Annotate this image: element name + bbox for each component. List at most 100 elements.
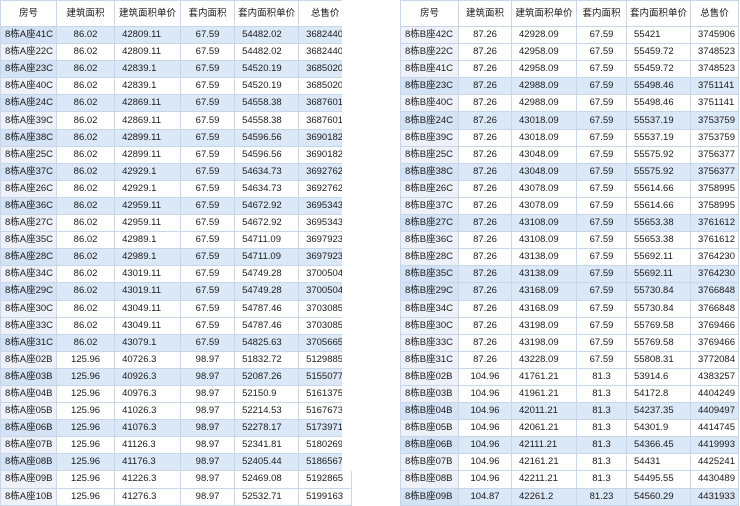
table-row[interactable]: 8栋B座36C 87.26 43108.09 67.59 55653.38 3761612 bbox=[400, 231, 740, 250]
cell-inner-unit-price[interactable]: 55692.11 bbox=[625, 248, 692, 267]
cell-inner-area[interactable]: 67.59 bbox=[576, 25, 627, 45]
table-row[interactable]: 8栋A座36C 86.02 42959.11 67.59 54672.92 3695343 bbox=[0, 196, 353, 216]
cell-inner-unit-price[interactable]: 52214.53 bbox=[234, 402, 300, 421]
cell-inner-area[interactable]: 67.59 bbox=[576, 60, 627, 79]
table-row[interactable]: 8栋B座40C 87.26 42988.09 67.59 55498.46 3751141 bbox=[400, 94, 740, 113]
cell-inner-area[interactable]: 67.59 bbox=[180, 128, 236, 147]
table-row[interactable]: 8栋B座22C 87.26 42958.09 67.59 55459.72 3748523 bbox=[400, 43, 740, 62]
cell-room-no[interactable]: 8栋B座22C bbox=[400, 43, 459, 62]
cell-inner-area[interactable]: 67.59 bbox=[576, 94, 627, 113]
cell-total-price[interactable]: 3756377 bbox=[690, 145, 740, 164]
cell-total-price[interactable]: 3761612 bbox=[690, 231, 740, 250]
cell-inner-area[interactable]: 67.59 bbox=[180, 111, 236, 130]
cell-room-no[interactable]: 8栋B座24C bbox=[400, 111, 459, 130]
cell-building-area[interactable]: 86.02 bbox=[56, 299, 116, 318]
cell-building-unit-price[interactable]: 43048.09 bbox=[511, 145, 577, 164]
table-row[interactable]: 8栋B座27C 87.26 43108.09 67.59 55653.38 3761612 bbox=[400, 214, 740, 233]
cell-room-no[interactable]: 8栋B座05B bbox=[400, 419, 459, 438]
cell-room-no[interactable]: 8栋A座35C bbox=[0, 231, 58, 250]
cell-inner-unit-price[interactable]: 55730.84 bbox=[625, 282, 692, 301]
cell-inner-unit-price[interactable]: 55537.19 bbox=[625, 111, 692, 130]
cell-inner-unit-price[interactable]: 52150.9 bbox=[234, 384, 300, 404]
cell-building-area[interactable]: 87.26 bbox=[458, 179, 512, 198]
table-row[interactable]: 8栋B座42C 87.26 42928.09 67.59 55421 3745906 bbox=[400, 25, 740, 45]
cell-room-no[interactable]: 8栋A座08B bbox=[0, 453, 58, 472]
cell-building-area[interactable]: 87.26 bbox=[458, 162, 512, 181]
cell-building-unit-price[interactable]: 42959.11 bbox=[114, 196, 182, 216]
cell-inner-area[interactable]: 81.3 bbox=[576, 402, 627, 421]
cell-building-unit-price[interactable]: 41226.3 bbox=[114, 470, 182, 489]
cell-building-unit-price[interactable]: 43138.09 bbox=[511, 265, 577, 284]
table-row[interactable]: 8栋A座38C 86.02 42899.11 67.59 54596.56 3690182 bbox=[0, 128, 353, 147]
cell-building-area[interactable]: 86.02 bbox=[56, 60, 116, 79]
cell-room-no[interactable]: 8栋B座09B bbox=[400, 487, 459, 506]
cell-room-no[interactable]: 8栋B座02B bbox=[400, 367, 459, 386]
cell-inner-area[interactable]: 81.3 bbox=[576, 470, 627, 489]
cell-inner-unit-price[interactable]: 54558.38 bbox=[234, 94, 300, 113]
table-row[interactable]: 8栋A座09B 125.96 41226.3 98.97 52469.08 5192865 bbox=[0, 470, 353, 489]
table-row[interactable]: 8栋A座07B 125.96 41126.3 98.97 52341.81 5180269 bbox=[0, 436, 353, 455]
cell-inner-unit-price[interactable]: 54634.73 bbox=[234, 179, 300, 198]
cell-room-no[interactable]: 8栋B座26C bbox=[400, 179, 459, 198]
cell-inner-unit-price[interactable]: 54558.38 bbox=[234, 111, 300, 130]
cell-inner-unit-price[interactable]: 54366.45 bbox=[625, 436, 692, 455]
cell-building-unit-price[interactable]: 42809.11 bbox=[114, 43, 182, 62]
cell-room-no[interactable]: 8栋A座27C bbox=[0, 214, 58, 233]
cell-inner-unit-price[interactable]: 52405.44 bbox=[234, 453, 300, 472]
cell-inner-area[interactable]: 67.59 bbox=[180, 179, 236, 198]
cell-room-no[interactable]: 8栋A座41C bbox=[0, 25, 58, 45]
table-row[interactable]: 8栋B座31C 87.26 43228.09 67.59 55808.31 3772084 bbox=[400, 350, 740, 369]
cell-room-no[interactable]: 8栋B座25C bbox=[400, 145, 459, 164]
cell-building-area[interactable]: 87.26 bbox=[458, 94, 512, 113]
cell-room-no[interactable]: 8栋A座22C bbox=[0, 43, 58, 62]
cell-inner-unit-price[interactable]: 54520.19 bbox=[234, 60, 300, 79]
cell-building-unit-price[interactable]: 43048.09 bbox=[511, 162, 577, 181]
cell-building-area[interactable]: 104.96 bbox=[458, 367, 512, 386]
cell-inner-area[interactable]: 67.59 bbox=[576, 299, 627, 318]
table-row[interactable]: 8栋A座31C 86.02 43079.1 67.59 54825.63 3705665 bbox=[0, 333, 353, 352]
cell-inner-area[interactable]: 67.59 bbox=[180, 299, 236, 318]
cell-inner-area[interactable]: 67.59 bbox=[576, 316, 627, 335]
cell-total-price[interactable]: 3772084 bbox=[690, 350, 740, 369]
cell-inner-area[interactable]: 81.3 bbox=[576, 436, 627, 455]
cell-total-price[interactable]: 3745906 bbox=[690, 25, 740, 45]
cell-building-area[interactable]: 87.26 bbox=[458, 196, 512, 216]
table-row[interactable]: 8栋A座37C 86.02 42929.1 67.59 54634.73 3692762 bbox=[0, 162, 353, 181]
cell-building-unit-price[interactable]: 42869.11 bbox=[114, 111, 182, 130]
cell-building-unit-price[interactable]: 41761.21 bbox=[511, 367, 577, 386]
cell-total-price[interactable]: 3756377 bbox=[690, 162, 740, 181]
table-row[interactable]: 8栋A座23C 86.02 42839.1 67.59 54520.19 3685020 bbox=[0, 60, 353, 79]
cell-building-area[interactable]: 104.96 bbox=[458, 453, 512, 472]
cell-building-unit-price[interactable]: 42261.2 bbox=[511, 487, 577, 506]
cell-inner-unit-price[interactable]: 54431 bbox=[625, 453, 692, 472]
cell-room-no[interactable]: 8栋B座27C bbox=[400, 214, 459, 233]
cell-inner-area[interactable]: 67.59 bbox=[180, 248, 236, 267]
cell-inner-unit-price[interactable]: 54672.92 bbox=[234, 214, 300, 233]
cell-inner-area[interactable]: 98.97 bbox=[180, 436, 236, 455]
cell-room-no[interactable]: 8栋A座24C bbox=[0, 94, 58, 113]
cell-inner-area[interactable]: 67.59 bbox=[576, 77, 627, 96]
cell-inner-unit-price[interactable]: 54560.29 bbox=[625, 487, 692, 506]
cell-total-price[interactable]: 3769466 bbox=[690, 316, 740, 335]
cell-inner-unit-price[interactable]: 54596.56 bbox=[234, 128, 300, 147]
cell-inner-area[interactable]: 67.59 bbox=[576, 333, 627, 352]
cell-room-no[interactable]: 8栋A座09B bbox=[0, 470, 58, 489]
cell-building-area[interactable]: 87.26 bbox=[458, 265, 512, 284]
cell-building-area[interactable]: 86.02 bbox=[56, 196, 116, 216]
cell-building-area[interactable]: 86.02 bbox=[56, 231, 116, 250]
cell-inner-area[interactable]: 67.59 bbox=[180, 94, 236, 113]
table-row[interactable]: 8栋A座04B 125.96 40976.3 98.97 52150.9 5161375 bbox=[0, 384, 353, 404]
cell-inner-area[interactable]: 67.59 bbox=[576, 350, 627, 369]
table-row[interactable]: 8栋B座26C 87.26 43078.09 67.59 55614.66 3758995 bbox=[400, 179, 740, 198]
cell-inner-area[interactable]: 67.59 bbox=[180, 214, 236, 233]
cell-total-price[interactable]: 4425241 bbox=[690, 453, 740, 472]
cell-inner-area[interactable]: 98.97 bbox=[180, 419, 236, 438]
table-row[interactable]: 8栋B座30C 87.26 43198.09 67.59 55769.58 3769466 bbox=[400, 316, 740, 335]
cell-total-price[interactable]: 5199163 bbox=[298, 487, 353, 506]
cell-building-unit-price[interactable]: 42928.09 bbox=[511, 25, 577, 45]
cell-inner-unit-price[interactable]: 54495.55 bbox=[625, 470, 692, 489]
table-row[interactable]: 8栋B座33C 87.26 43198.09 67.59 55769.58 3769466 bbox=[400, 333, 740, 352]
cell-building-unit-price[interactable]: 43138.09 bbox=[511, 248, 577, 267]
cell-building-unit-price[interactable]: 43228.09 bbox=[511, 350, 577, 369]
cell-inner-area[interactable]: 67.59 bbox=[180, 265, 236, 284]
